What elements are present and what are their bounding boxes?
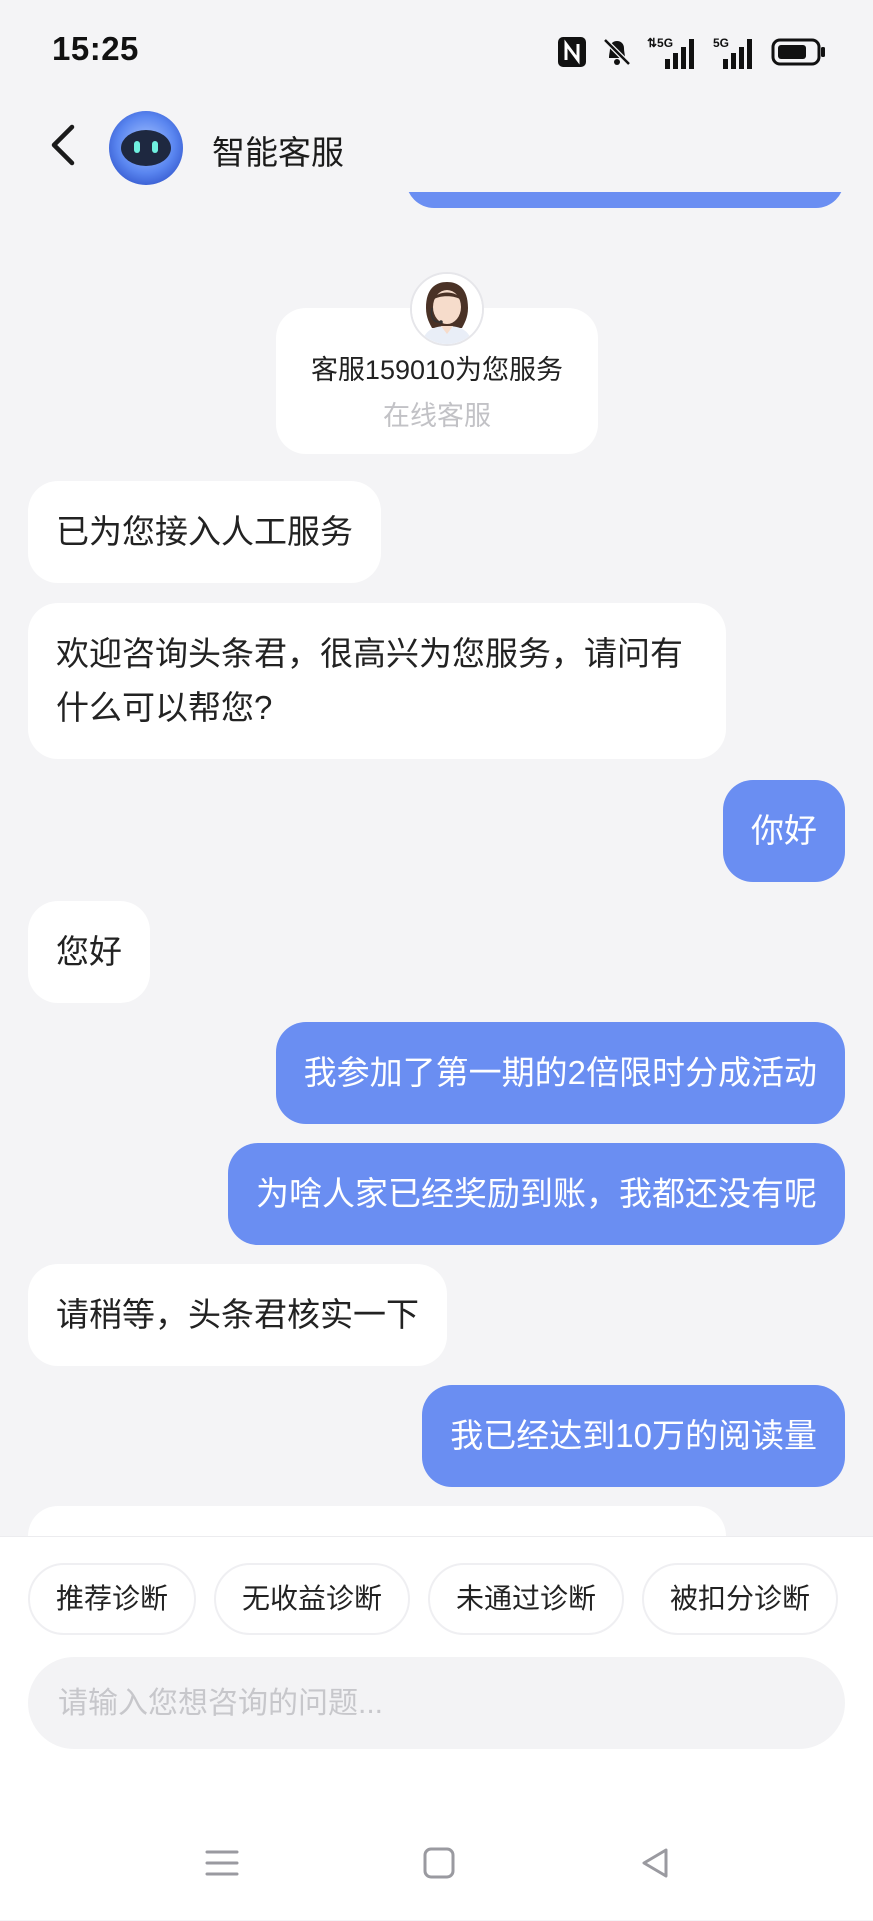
quick-reply-chip[interactable]: 未通过诊断 [428, 1563, 625, 1635]
bell-muted-icon [601, 36, 633, 68]
agent-role: 在线客服 [383, 401, 491, 431]
page-title: 智能客服 [212, 134, 344, 171]
home-square-icon [422, 1846, 456, 1885]
svg-text:5G: 5G [713, 36, 729, 50]
quick-reply-bar: 推荐诊断 无收益诊断 未通过诊断 被扣分诊断 [28, 1563, 839, 1635]
back-triangle-icon [638, 1846, 672, 1885]
chevron-left-icon [48, 123, 78, 172]
message-bubble-partial [406, 192, 844, 208]
nfc-icon [557, 36, 587, 68]
message-bubble-agent: 您好 [28, 901, 150, 1003]
message-bubble-agent: 请稍等，头条君核实一下 [28, 1264, 447, 1366]
message-input[interactable] [56, 1657, 820, 1751]
header: 智能客服 [0, 104, 873, 192]
agent-name: 客服159010为您服务 [310, 355, 564, 385]
quick-reply-chip[interactable]: 无收益诊断 [214, 1563, 411, 1635]
robot-avatar [108, 110, 184, 186]
agent-avatar [410, 272, 484, 346]
quick-reply-chip[interactable]: 推荐诊断 [28, 1563, 197, 1635]
home-button[interactable] [411, 1837, 467, 1893]
signal-5g-icon: ⇅5G [647, 35, 699, 69]
signal-5g-icon: 5G [713, 35, 757, 69]
message-input-box[interactable] [28, 1657, 845, 1751]
status-time: 15:25 [52, 30, 139, 67]
chat-area[interactable]: 客服159010为您服务 在线客服 已为您接入人工服务 欢迎咨询头条君，很高兴为… [0, 192, 873, 1536]
message-bubble-partial [28, 1506, 726, 1536]
svg-text:⇅5G: ⇅5G [647, 36, 673, 50]
message-bubble-user: 为啥人家已经奖励到账，我都还没有呢 [228, 1143, 845, 1245]
message-bubble-user: 我参加了第一期的2倍限时分成活动 [275, 1022, 845, 1124]
nav-back-button[interactable] [627, 1837, 683, 1893]
message-bubble-agent: 欢迎咨询头条君，很高兴为您服务，请问有什么可以帮您? [28, 603, 726, 759]
status-bar: 15:25 ⇅5G 5G [0, 0, 873, 104]
status-icons: ⇅5G 5G [557, 30, 827, 74]
back-button[interactable] [34, 118, 92, 176]
message-bubble-agent: 已为您接入人工服务 [28, 481, 381, 583]
message-bubble-user: 你好 [723, 780, 845, 882]
bottom-panel: 推荐诊断 无收益诊断 未通过诊断 被扣分诊断 [0, 1536, 873, 1920]
menu-icon [204, 1848, 240, 1883]
message-bubble-user: 我已经达到10万的阅读量 [422, 1385, 845, 1487]
menu-button[interactable] [194, 1837, 250, 1893]
system-nav-bar [0, 1807, 873, 1921]
battery-icon [771, 37, 827, 67]
quick-reply-chip[interactable]: 被扣分诊断 [642, 1563, 839, 1635]
